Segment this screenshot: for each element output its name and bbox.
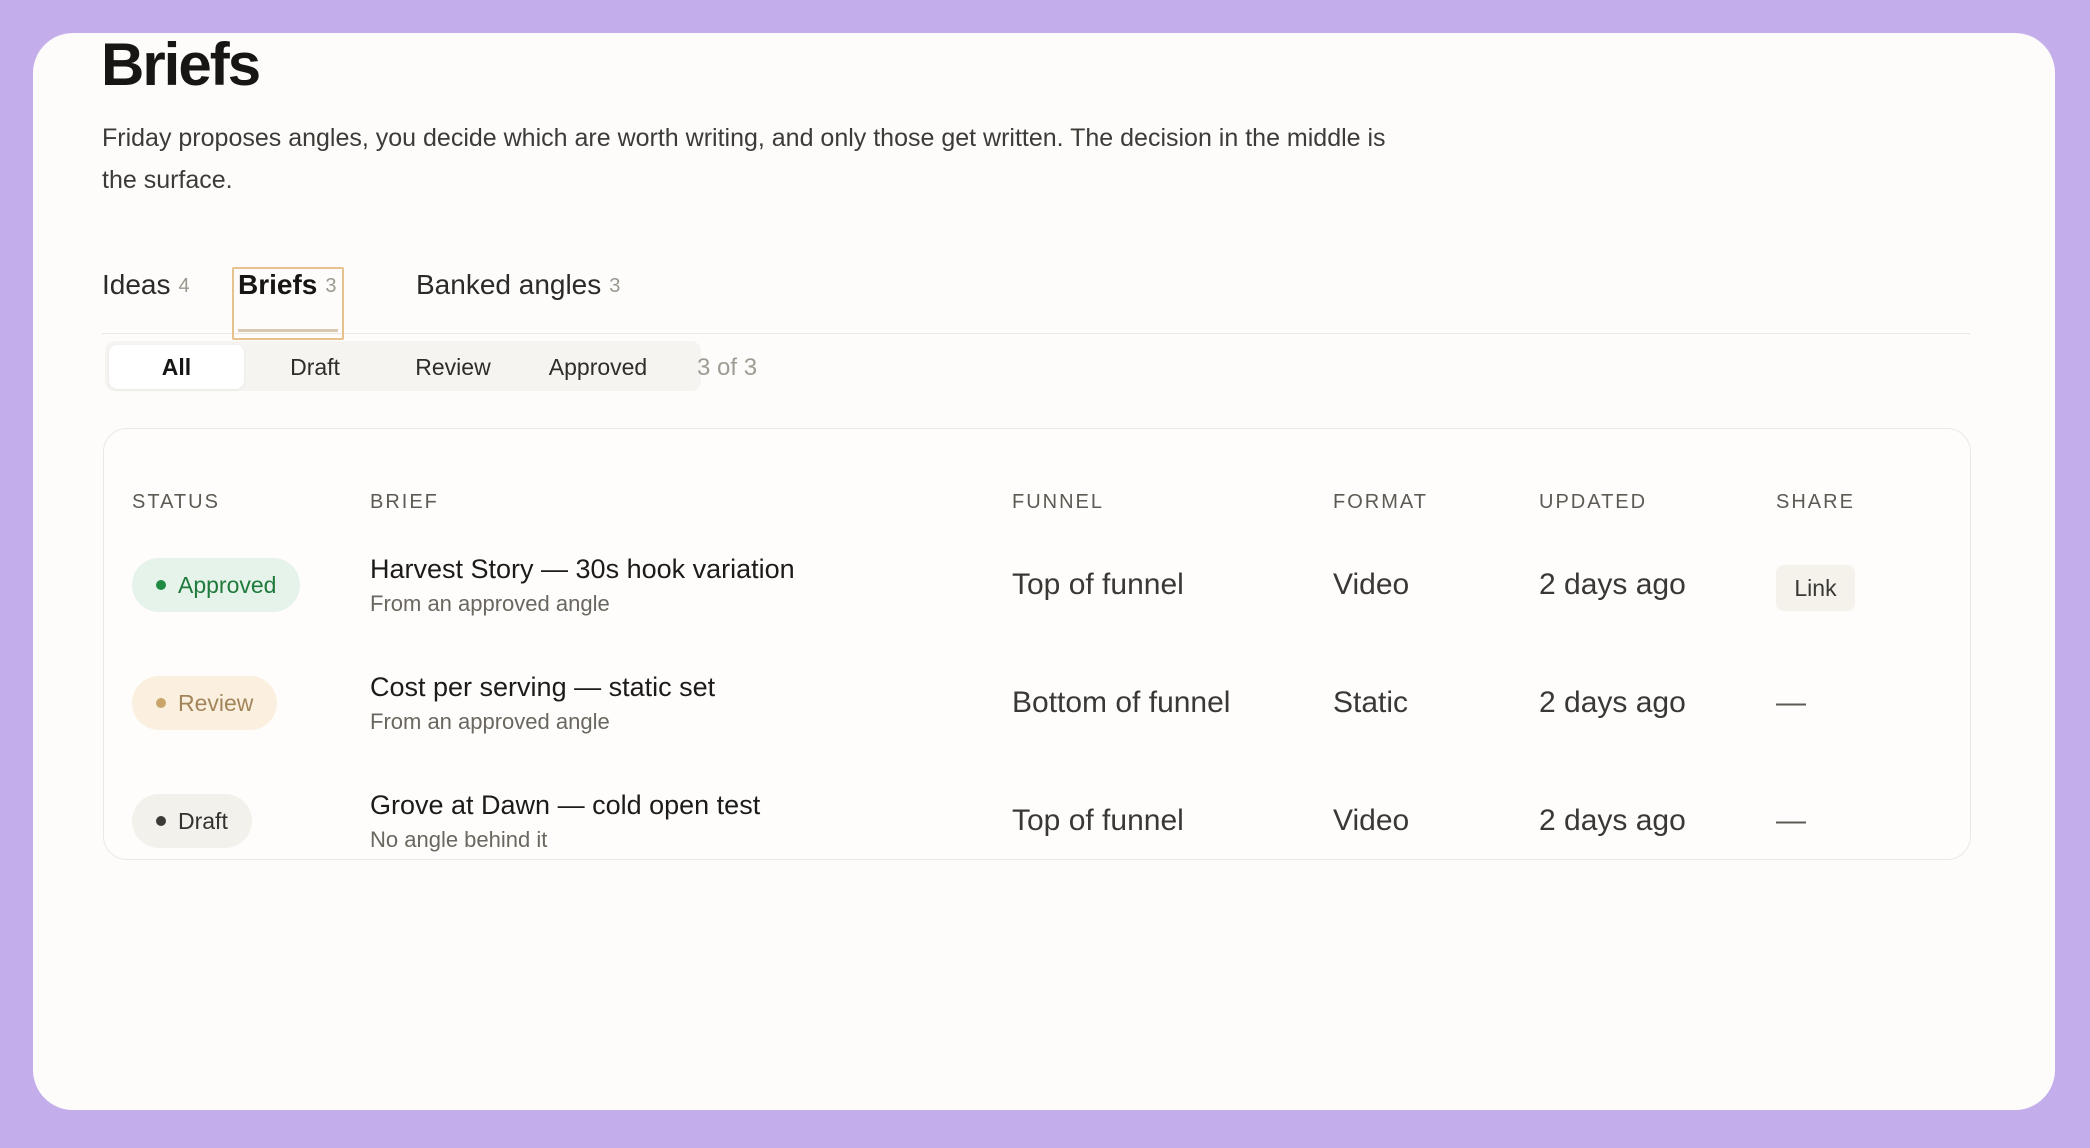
result-count: 3 of 3 xyxy=(697,354,758,381)
column-header-brief: BRIEF xyxy=(370,491,439,513)
table-row[interactable]: Review Cost per serving — static set Fro… xyxy=(104,641,1970,759)
tab-ideas[interactable]: Ideas 4 xyxy=(102,267,190,304)
tab-briefs[interactable]: Briefs 3 xyxy=(238,267,337,304)
status-dot-icon xyxy=(156,816,166,826)
table-row[interactable]: Approved Harvest Story — 30s hook variat… xyxy=(104,523,1970,641)
share-empty: — xyxy=(1776,804,1806,837)
updated-cell: 2 days ago xyxy=(1539,804,1686,837)
tab-banked-angles-count: 3 xyxy=(609,275,621,297)
format-cell: Video xyxy=(1333,804,1410,837)
filter-review[interactable]: Review xyxy=(388,345,518,389)
funnel-cell: Top of funnel xyxy=(1012,568,1184,601)
tab-banked-angles-label: Banked angles xyxy=(416,269,602,300)
updated-cell: 2 days ago xyxy=(1539,686,1686,719)
tab-briefs-underline xyxy=(238,329,338,332)
table-row[interactable]: Draft Grove at Dawn — cold open test No … xyxy=(104,759,1970,877)
status-badge: Review xyxy=(132,676,278,730)
column-header-status: STATUS xyxy=(132,491,220,513)
tab-banked-angles[interactable]: Banked angles 3 xyxy=(416,267,620,304)
column-header-funnel: FUNNEL xyxy=(1012,491,1105,513)
page-title: Briefs xyxy=(101,33,261,98)
tab-ideas-label: Ideas xyxy=(102,269,171,300)
filter-draft[interactable]: Draft xyxy=(250,345,380,389)
brief-title[interactable]: Grove at Dawn — cold open test xyxy=(370,787,760,823)
updated-cell: 2 days ago xyxy=(1539,568,1686,601)
format-cell: Video xyxy=(1333,568,1410,601)
tab-briefs-count: 3 xyxy=(325,275,337,297)
status-dot-icon xyxy=(156,698,166,708)
share-link-button[interactable]: Link xyxy=(1776,565,1855,611)
funnel-cell: Bottom of funnel xyxy=(1012,686,1231,719)
status-badge: Draft xyxy=(132,794,252,848)
status-label: Draft xyxy=(178,807,228,834)
tab-ideas-count: 4 xyxy=(178,275,190,297)
format-cell: Static xyxy=(1333,686,1409,719)
status-label: Approved xyxy=(178,571,277,598)
brief-title[interactable]: Cost per serving — static set xyxy=(370,669,715,705)
filter-all[interactable]: All xyxy=(109,345,244,389)
share-empty: — xyxy=(1776,686,1806,719)
main-card: Briefs Friday proposes angles, you decid… xyxy=(33,33,2055,1110)
brief-subtitle: From an approved angle xyxy=(370,709,610,734)
briefs-table: STATUS BRIEF FUNNEL FORMAT UPDATED SHARE… xyxy=(103,428,1971,860)
status-badge: Approved xyxy=(132,558,301,612)
status-filter-group: All Draft Review Approved xyxy=(105,341,701,391)
tab-briefs-label: Briefs xyxy=(238,269,318,300)
column-header-updated: UPDATED xyxy=(1539,491,1648,513)
brief-subtitle: From an approved angle xyxy=(370,591,610,616)
column-header-share: SHARE xyxy=(1776,491,1855,513)
page-description: Friday proposes angles, you decide which… xyxy=(102,124,1386,194)
tab-bar: Ideas 4 Briefs 3 Banked angles 3 xyxy=(102,235,1970,340)
funnel-cell: Top of funnel xyxy=(1012,804,1184,837)
status-dot-icon xyxy=(156,580,166,590)
brief-title[interactable]: Harvest Story — 30s hook variation xyxy=(370,551,795,587)
brief-subtitle: No angle behind it xyxy=(370,827,548,852)
filter-approved[interactable]: Approved xyxy=(523,345,673,389)
status-label: Review xyxy=(178,689,254,716)
column-header-format: FORMAT xyxy=(1333,491,1428,513)
